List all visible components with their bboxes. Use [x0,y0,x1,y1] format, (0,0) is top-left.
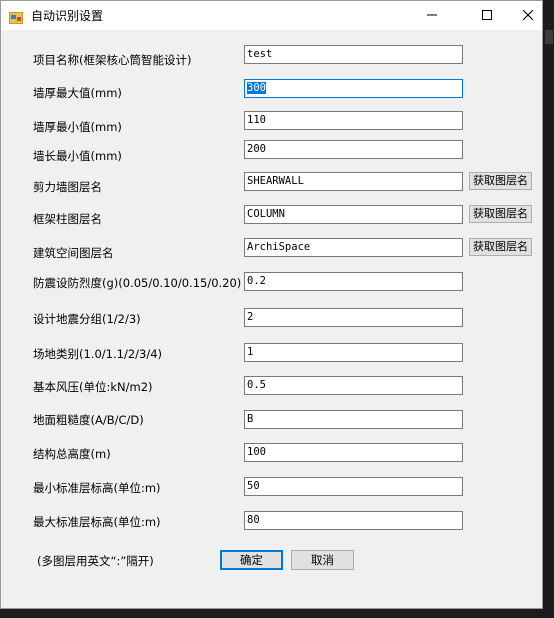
ground-roughness-input[interactable]: B [244,410,463,429]
wall-thickness-max-input[interactable]: 300 [244,79,463,98]
app-window-icon [8,9,24,25]
layer-separator-hint: (多图层用英文“:”隔开) [37,554,154,568]
shear-wall-layer-label: 剪力墙图层名 [33,180,102,194]
wall-length-min-label: 墙长最小值(mm) [33,149,122,163]
seismic-intensity-input[interactable]: 0.2 [244,272,463,291]
maximize-icon [482,10,492,20]
desktop-background-bottom [0,609,554,618]
wind-pressure-label: 基本风压(单位:kN/m2) [33,380,153,394]
desktop-background-right [543,0,554,618]
min-floor-elevation-input[interactable]: 50 [244,477,463,496]
project-name-label: 项目名称(框架核心筒智能设计) [33,53,192,67]
arch-space-layer-label: 建筑空间图层名 [33,246,114,260]
ok-button[interactable]: 确定 [220,550,283,570]
wall-thickness-min-input[interactable]: 110 [244,111,463,130]
cancel-button[interactable]: 取消 [291,550,354,570]
frame-column-layer-label: 框架柱图层名 [33,212,102,226]
structure-height-label: 结构总高度(m) [33,447,111,461]
site-category-input[interactable]: 1 [244,343,463,362]
seismic-group-label: 设计地震分组(1/2/3) [33,312,141,326]
max-floor-elevation-input[interactable]: 80 [244,511,463,530]
arch-space-layer-input[interactable]: ArchiSpace [244,238,463,257]
shear-wall-layer-input[interactable]: SHEARWALL [244,172,463,191]
seismic-group-input[interactable]: 2 [244,308,463,327]
get-arch-space-layer-button[interactable]: 获取图层名 [469,238,532,256]
structure-height-input[interactable]: 100 [244,443,463,462]
minimize-button[interactable] [410,1,454,29]
wall-length-min-input[interactable]: 200 [244,140,463,159]
wind-pressure-input[interactable]: 0.5 [244,376,463,395]
get-shear-wall-layer-button[interactable]: 获取图层名 [469,172,532,190]
seismic-intensity-label: 防震设防烈度(g)(0.05/0.10/0.15/0.20) [33,276,242,290]
window-title: 自动识别设置 [31,9,104,23]
project-name-input[interactable]: test [244,45,463,64]
min-floor-elevation-label: 最小标准层标高(单位:m) [33,481,161,495]
title-bar[interactable]: 自动识别设置 [1,1,542,30]
frame-column-layer-input[interactable]: COLUMN [244,205,463,224]
max-floor-elevation-label: 最大标准层标高(单位:m) [33,515,161,529]
site-category-label: 场地类别(1.0/1.1/2/3/4) [33,347,162,361]
maximize-button[interactable] [465,1,509,29]
close-icon [523,10,533,20]
background-window-edge [545,30,553,44]
wall-thickness-max-label: 墙厚最大值(mm) [33,86,122,100]
wall-thickness-min-label: 墙厚最小值(mm) [33,120,122,134]
ground-roughness-label: 地面粗糙度(A/B/C/D) [33,413,144,427]
settings-dialog: 自动识别设置 项目名称(框架核心筒智能设计) test 墙厚最大值(mm) 30… [0,0,543,609]
selected-text: 300 [247,82,266,94]
get-frame-column-layer-button[interactable]: 获取图层名 [469,205,532,223]
minimize-icon [427,10,437,20]
